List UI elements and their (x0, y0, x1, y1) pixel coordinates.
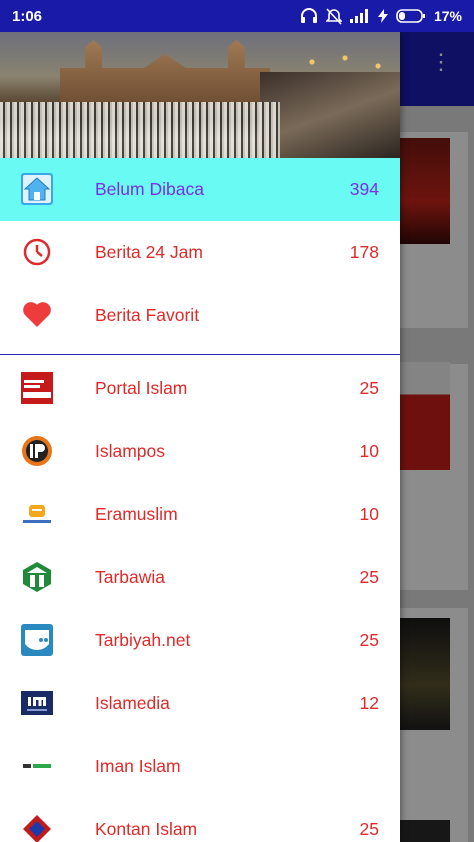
source-label: Tarbawia (95, 567, 166, 587)
headphones-icon (300, 8, 318, 24)
battery-icon (396, 9, 426, 23)
source-count: 25 (359, 567, 379, 587)
signal-icon (349, 9, 370, 23)
menu-item-count: 394 (349, 179, 379, 199)
iman-islam-logo-icon (21, 750, 53, 782)
source-count: 25 (359, 819, 379, 839)
source-count: 10 (359, 441, 379, 461)
source-item-tarbiyah-net[interactable]: Tarbiyah.net 25 (0, 609, 400, 672)
source-item-islampos[interactable]: Islampos 10 (0, 420, 400, 483)
drawer-divider (0, 354, 400, 355)
source-label: Iman Islam (95, 756, 181, 776)
charging-icon (377, 9, 388, 23)
source-item-eramuslim[interactable]: Eramuslim 10 (0, 483, 400, 546)
source-label: Islamedia (95, 693, 170, 713)
battery-percent: 17% (433, 8, 462, 24)
source-item-portal-islam[interactable]: Portal Islam 25 (0, 357, 400, 420)
status-bar: 1:06 17% (0, 0, 474, 32)
menu-item-label: Berita 24 Jam (95, 242, 203, 262)
tarbawia-logo-icon (21, 561, 53, 593)
source-item-kontan-islam[interactable]: Kontan Islam 25 (0, 798, 400, 842)
navigation-drawer: Belum Dibaca 394 Berita 24 Jam 178 Berit… (0, 32, 400, 842)
heart-icon (21, 299, 53, 331)
source-label: Portal Islam (95, 378, 188, 398)
source-count: 25 (359, 630, 379, 650)
islampos-logo-icon (21, 435, 53, 467)
source-item-tarbawia[interactable]: Tarbawia 25 (0, 546, 400, 609)
tarbiyah-logo-icon (21, 624, 53, 656)
source-label: Eramuslim (95, 504, 178, 524)
clock-icon (21, 236, 53, 268)
source-count: 25 (359, 378, 379, 398)
drawer-header-image (0, 32, 400, 158)
eramuslim-logo-icon (21, 498, 53, 530)
menu-item-label: Belum Dibaca (95, 179, 204, 199)
menu-item-count: 178 (349, 242, 379, 262)
status-time: 1:06 (12, 7, 43, 25)
menu-item-berita-favorit[interactable]: Berita Favorit (0, 284, 400, 347)
source-label: Tarbiyah.net (95, 630, 191, 650)
source-label: Kontan Islam (95, 819, 198, 839)
menu-item-berita-24-jam[interactable]: Berita 24 Jam 178 (0, 221, 400, 284)
notifications-off-icon (325, 7, 342, 25)
home-icon (21, 173, 53, 205)
source-label: Islampos (95, 441, 166, 461)
islamedia-logo-icon (21, 687, 53, 719)
source-item-iman-islam[interactable]: Iman Islam (0, 735, 400, 798)
menu-item-label: Berita Favorit (95, 305, 200, 325)
source-item-islamedia[interactable]: Islamedia 12 (0, 672, 400, 735)
kontan-islam-logo-icon (21, 813, 53, 842)
source-count: 10 (359, 504, 379, 524)
source-count: 12 (359, 693, 379, 713)
portal-islam-logo-icon (21, 372, 53, 404)
menu-item-belum-dibaca[interactable]: Belum Dibaca 394 (0, 158, 400, 221)
